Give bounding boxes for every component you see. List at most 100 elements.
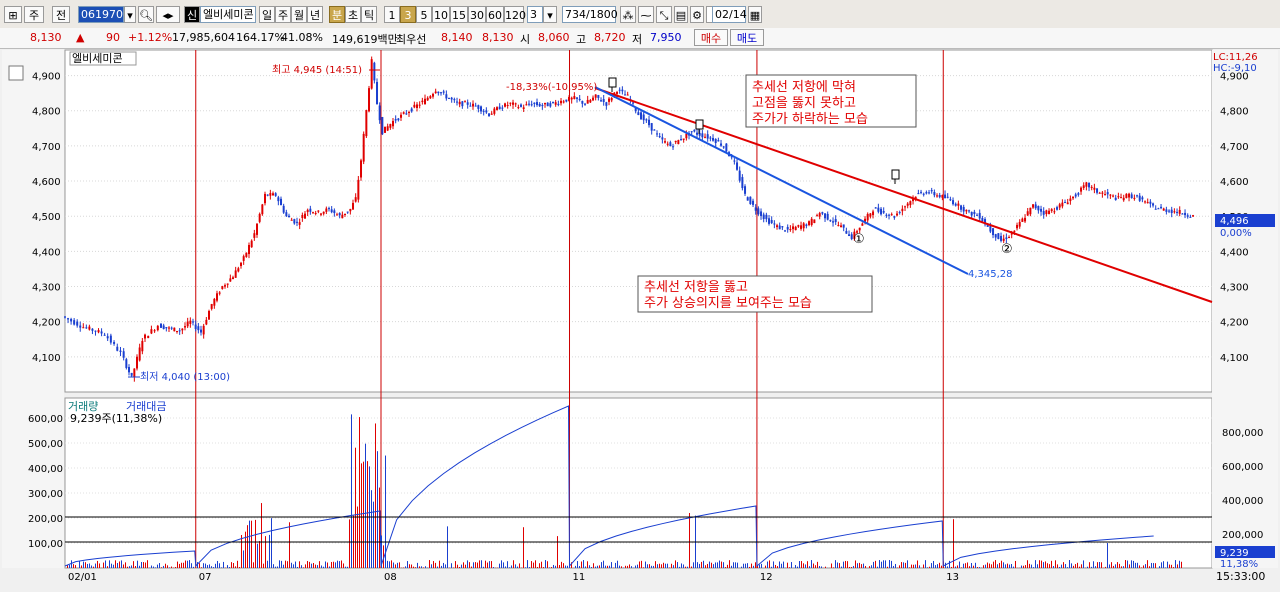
pattern-icon[interactable]: ⁓ bbox=[638, 6, 654, 23]
volume-bar bbox=[169, 567, 170, 568]
interval-10[interactable]: 10 bbox=[432, 6, 450, 23]
candle-body bbox=[712, 137, 715, 141]
volume-bar bbox=[327, 562, 328, 568]
volume-bar bbox=[1089, 562, 1090, 568]
volume-bar bbox=[741, 566, 742, 568]
candle-body bbox=[938, 194, 941, 198]
volume-bar bbox=[109, 560, 110, 568]
candle-body bbox=[1112, 195, 1115, 197]
search-icon[interactable]: 🔍︎ bbox=[138, 6, 154, 23]
credit-tag: 신 bbox=[184, 6, 200, 23]
volume-bar bbox=[71, 560, 72, 568]
code-dropdown-icon[interactable]: ▾ bbox=[124, 6, 136, 23]
candle-body bbox=[970, 211, 973, 216]
volume-bar bbox=[483, 566, 484, 568]
volume-bar bbox=[1033, 567, 1034, 568]
interval-1[interactable]: 1 bbox=[384, 6, 400, 23]
period-minute[interactable]: 분 bbox=[329, 6, 345, 23]
candle-body bbox=[136, 356, 139, 369]
candle-body bbox=[410, 108, 413, 112]
volume-bar bbox=[729, 560, 730, 568]
volume-bar bbox=[847, 561, 848, 568]
price-tick-label: 4,900 bbox=[32, 72, 61, 83]
period-week[interactable]: 주 bbox=[275, 6, 291, 23]
volume-bar bbox=[235, 566, 236, 568]
volume-bar bbox=[711, 562, 712, 568]
volume-bar bbox=[967, 562, 968, 568]
period-year[interactable]: 년 bbox=[307, 6, 323, 23]
candle-body bbox=[514, 103, 517, 105]
volume-bar bbox=[1111, 562, 1112, 568]
volume-bar bbox=[191, 563, 192, 568]
interval-60[interactable]: 60 bbox=[486, 6, 504, 23]
volume-bar bbox=[293, 564, 294, 568]
candle-body bbox=[266, 194, 269, 196]
period-tick[interactable]: 틱 bbox=[361, 6, 377, 23]
current-price: 8,130 bbox=[30, 31, 62, 44]
period-day[interactable]: 일 bbox=[259, 6, 275, 23]
volume-bar bbox=[705, 565, 706, 568]
candle-body bbox=[304, 213, 307, 219]
sound-icon[interactable]: ◂▸ bbox=[156, 6, 180, 23]
volume-bar bbox=[257, 543, 258, 568]
candle-body bbox=[1026, 211, 1029, 216]
volume-bar bbox=[217, 560, 218, 568]
interval-5[interactable]: 5 bbox=[416, 6, 432, 23]
buy-button[interactable]: 매수 bbox=[694, 29, 728, 46]
count-field[interactable]: 734/1800 bbox=[562, 6, 618, 23]
candle-body bbox=[1165, 209, 1168, 212]
candle-body bbox=[1080, 187, 1083, 192]
volume-bar bbox=[815, 565, 816, 568]
candle-body bbox=[888, 214, 891, 216]
candle-body bbox=[685, 133, 688, 139]
stock-type-select[interactable]: 주 bbox=[24, 6, 44, 23]
period-month[interactable]: 월 bbox=[291, 6, 307, 23]
candle-body bbox=[896, 213, 899, 216]
volume-bar bbox=[1071, 563, 1072, 568]
volume-bar bbox=[215, 563, 216, 568]
candle-body bbox=[1104, 194, 1107, 196]
candle-body bbox=[840, 225, 843, 228]
volume-bar bbox=[1039, 560, 1040, 568]
interval-3[interactable]: 3 bbox=[400, 6, 416, 23]
volume-bar bbox=[399, 562, 400, 568]
interval-30[interactable]: 30 bbox=[468, 6, 486, 23]
price-chart[interactable]: 엘비세미콘 4,100 4,200 4,300 4,400 4,500 4,600 4,70… bbox=[0, 48, 1280, 592]
candle-body bbox=[274, 193, 277, 196]
candle-body bbox=[994, 234, 997, 238]
interval-value-input[interactable]: 3 bbox=[527, 6, 543, 23]
resize-icon[interactable]: ⤡ bbox=[656, 6, 672, 23]
candle-body bbox=[64, 316, 66, 318]
candle-body bbox=[160, 323, 163, 328]
settings-icon[interactable]: ⚙ bbox=[690, 6, 704, 23]
chart-menu-icon[interactable]: ⊞ bbox=[4, 6, 22, 23]
candle-body bbox=[362, 133, 365, 162]
volume-bar bbox=[1025, 565, 1026, 568]
save-icon[interactable]: ▤ bbox=[674, 6, 688, 23]
candle-body bbox=[981, 217, 984, 222]
interval-dropdown-icon[interactable]: ▾ bbox=[543, 6, 557, 23]
interval-15[interactable]: 15 bbox=[450, 6, 468, 23]
date-input[interactable]: 02/14 bbox=[712, 6, 747, 23]
draw-tool-icon[interactable]: ⁂ bbox=[620, 6, 636, 23]
candle-body bbox=[232, 277, 235, 280]
hc-label: HC:-9,10 bbox=[1213, 63, 1257, 74]
candle-body bbox=[520, 104, 523, 107]
amount-tick-label: 400,000 bbox=[1222, 496, 1263, 507]
sell-button[interactable]: 매도 bbox=[730, 29, 764, 46]
candle-body bbox=[858, 227, 861, 231]
period-second[interactable]: 초 bbox=[345, 6, 361, 23]
stock-code-input[interactable]: 061970 bbox=[78, 6, 124, 23]
volume-bar bbox=[1149, 566, 1150, 568]
volume-bar bbox=[899, 565, 900, 568]
candle-body bbox=[477, 105, 480, 109]
interval-120[interactable]: 120 bbox=[504, 6, 526, 23]
market-select[interactable]: 전 bbox=[52, 6, 70, 23]
panel-menu-icon[interactable] bbox=[8, 65, 24, 81]
calendar-icon[interactable]: ▦ bbox=[748, 6, 762, 23]
volume-bar bbox=[79, 561, 80, 568]
candle-body bbox=[589, 99, 592, 103]
volume-bar bbox=[153, 566, 154, 568]
candle-body bbox=[141, 340, 144, 352]
volume-bar bbox=[645, 561, 646, 568]
